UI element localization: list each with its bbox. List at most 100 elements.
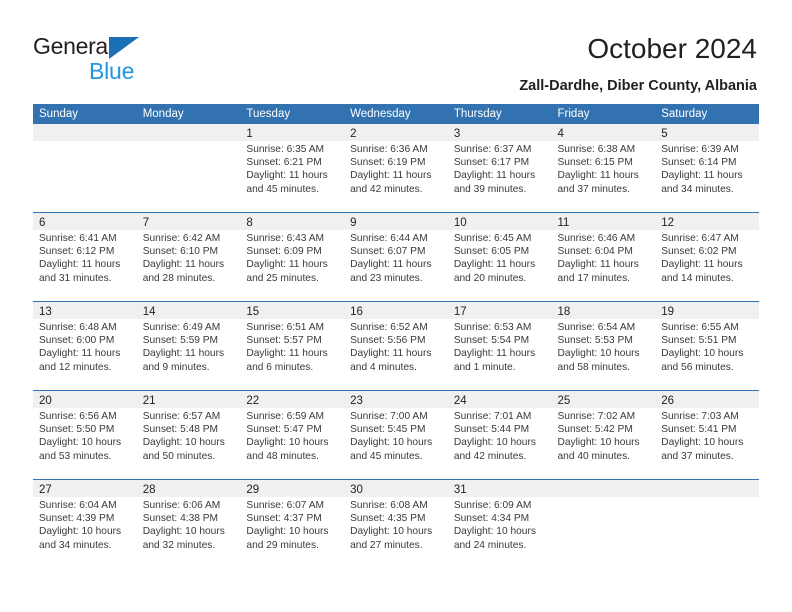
- calendar-week-row: 6 Sunrise: 6:41 AM Sunset: 6:12 PM Daylight…: [33, 212, 759, 301]
- daylight-duration-line1: Daylight: 11 hours: [453, 259, 536, 271]
- day-number: 13: [39, 306, 52, 318]
- daylight-duration-line2: and 23 minutes.: [350, 272, 423, 284]
- day-number: 24: [453, 395, 467, 407]
- calendar-day-cell[interactable]: 5 Sunrise: 6:39 AM Sunset: 6:14 PM Daylight…: [655, 124, 759, 212]
- day-sun-info: Sunrise: 6:43 AM Sunset: 6:09 PM Daylight:…: [240, 230, 344, 285]
- day-sun-info: Sunrise: 6:07 AM Sunset: 4:37 PM Daylight:…: [240, 497, 344, 552]
- calendar-day-cell[interactable]: 28 Sunrise: 6:06 AM Sunset: 4:38 PM Dayligh…: [136, 480, 241, 568]
- day-number: 14: [142, 306, 156, 318]
- weekday-header-saturday: Saturday: [661, 108, 708, 120]
- calendar-day-cell[interactable]: 24 Sunrise: 7:01 AM Sunset: 5:44 PM Dayligh…: [447, 391, 552, 479]
- day-number-band: 25: [551, 391, 656, 408]
- day-number: 30: [350, 484, 363, 496]
- day-number: 22: [246, 395, 260, 407]
- calendar-day-cell[interactable]: 22 Sunrise: 6:59 AM Sunset: 5:47 PM Dayligh…: [240, 391, 345, 479]
- calendar-day-cell[interactable]: 30 Sunrise: 6:08 AM Sunset: 4:35 PM Dayligh…: [344, 480, 448, 568]
- calendar-day-cell[interactable]: 7 Sunrise: 6:42 AM Sunset: 6:10 PM Daylight…: [136, 213, 241, 301]
- day-number: 27: [39, 484, 52, 496]
- sunset-time: Sunset: 6:15 PM: [557, 157, 633, 169]
- calendar-day-cell[interactable]: 9 Sunrise: 6:44 AM Sunset: 6:07 PM Daylight…: [344, 213, 448, 301]
- calendar-day-cell[interactable]: 19 Sunrise: 6:55 AM Sunset: 5:51 PM Dayligh…: [655, 302, 759, 390]
- day-number: 25: [557, 395, 571, 407]
- calendar-day-cell[interactable]: 10 Sunrise: 6:45 AM Sunset: 6:05 PM Dayligh…: [447, 213, 552, 301]
- calendar-day-cell[interactable]: 29 Sunrise: 6:07 AM Sunset: 4:37 PM Dayligh…: [240, 480, 345, 568]
- daylight-duration-line2: and 37 minutes.: [661, 450, 734, 462]
- daylight-duration-line1: Daylight: 10 hours: [453, 437, 536, 449]
- day-number: 4: [557, 128, 564, 140]
- sunset-time: Sunset: 6:10 PM: [142, 246, 219, 258]
- daylight-duration-line2: and 31 minutes.: [39, 272, 112, 284]
- day-number: 10: [453, 217, 467, 229]
- day-number-band: 2: [344, 124, 448, 141]
- sunrise-time: Sunrise: 6:46 AM: [557, 233, 636, 244]
- daylight-duration-line2: and 39 minutes.: [453, 183, 527, 195]
- day-sun-info: Sunrise: 6:04 AM Sunset: 4:39 PM Daylight:…: [33, 497, 137, 552]
- sunrise-time: Sunrise: 6:54 AM: [557, 322, 636, 333]
- sunrise-time: Sunrise: 6:57 AM: [142, 411, 221, 422]
- day-number: 26: [661, 395, 675, 407]
- calendar-day-cell[interactable]: 4 Sunrise: 6:38 AM Sunset: 6:15 PM Daylight…: [551, 124, 656, 212]
- calendar-day-cell[interactable]: 15 Sunrise: 6:51 AM Sunset: 5:57 PM Dayligh…: [240, 302, 345, 390]
- calendar-day-cell[interactable]: 27 Sunrise: 6:04 AM Sunset: 4:39 PM Dayligh…: [33, 480, 137, 568]
- daylight-duration-line2: and 37 minutes.: [557, 183, 631, 195]
- calendar-day-cell[interactable]: 6 Sunrise: 6:41 AM Sunset: 6:12 PM Daylight…: [33, 213, 137, 301]
- day-number-band: 21: [136, 391, 241, 408]
- calendar-day-cell[interactable]: 17 Sunrise: 6:53 AM Sunset: 5:54 PM Dayligh…: [447, 302, 552, 390]
- sunset-time: Sunset: 6:05 PM: [453, 246, 530, 258]
- weekday-header-row: Sunday Monday Tuesday Wednesday Thursday…: [33, 104, 759, 124]
- calendar-day-cell[interactable]: 31 Sunrise: 6:09 AM Sunset: 4:34 PM Dayligh…: [447, 480, 552, 568]
- sunrise-time: Sunrise: 6:56 AM: [39, 411, 117, 422]
- day-number: 8: [246, 217, 253, 229]
- day-number: 11: [557, 217, 570, 229]
- daylight-duration-line2: and 58 minutes.: [557, 361, 631, 373]
- day-sun-info: Sunrise: 6:09 AM Sunset: 4:34 PM Daylight:…: [448, 497, 552, 552]
- logo-text-blue: Blue: [89, 58, 135, 84]
- daylight-duration-line1: Daylight: 10 hours: [350, 526, 433, 538]
- calendar-day-cell[interactable]: 26 Sunrise: 7:03 AM Sunset: 5:41 PM Dayligh…: [655, 391, 759, 479]
- sunrise-time: Sunrise: 6:53 AM: [453, 322, 532, 333]
- sunrise-time: Sunrise: 6:36 AM: [350, 144, 428, 155]
- daylight-duration-line2: and 34 minutes.: [661, 183, 734, 195]
- day-sun-info: Sunrise: 6:42 AM Sunset: 6:10 PM Daylight:…: [137, 230, 241, 285]
- sunrise-time: Sunrise: 6:44 AM: [350, 233, 428, 244]
- calendar-day-cell[interactable]: 21 Sunrise: 6:57 AM Sunset: 5:48 PM Dayligh…: [136, 391, 241, 479]
- sunset-time: Sunset: 5:53 PM: [557, 335, 633, 347]
- day-sun-info: Sunrise: 6:59 AM Sunset: 5:47 PM Daylight:…: [240, 408, 344, 463]
- calendar-day-cell-empty: [655, 480, 759, 568]
- weekday-header-tuesday: Tuesday: [246, 108, 291, 120]
- daylight-duration-line2: and 12 minutes.: [39, 361, 112, 373]
- sunset-time: Sunset: 6:00 PM: [39, 335, 115, 347]
- sunset-time: Sunset: 5:54 PM: [453, 335, 530, 347]
- day-number-band: 17: [447, 302, 552, 319]
- day-number-band: [136, 124, 241, 141]
- day-number-band: 16: [344, 302, 448, 319]
- daylight-duration-line2: and 4 minutes.: [350, 361, 417, 373]
- daylight-duration-line1: Daylight: 11 hours: [142, 259, 225, 271]
- general-blue-logo[interactable]: General Blue: [33, 33, 213, 85]
- daylight-duration-line1: Daylight: 10 hours: [661, 348, 744, 360]
- calendar-day-cell[interactable]: 3 Sunrise: 6:37 AM Sunset: 6:17 PM Daylight…: [447, 124, 552, 212]
- calendar-day-cell[interactable]: 13 Sunrise: 6:48 AM Sunset: 6:00 PM Dayligh…: [33, 302, 137, 390]
- calendar-day-cell[interactable]: 8 Sunrise: 6:43 AM Sunset: 6:09 PM Daylight…: [240, 213, 345, 301]
- day-number: 19: [661, 306, 675, 318]
- calendar-day-cell[interactable]: 23 Sunrise: 7:00 AM Sunset: 5:45 PM Dayligh…: [344, 391, 448, 479]
- day-sun-info: Sunrise: 6:53 AM Sunset: 5:54 PM Daylight:…: [448, 319, 552, 374]
- calendar-day-cell[interactable]: 12 Sunrise: 6:47 AM Sunset: 6:02 PM Dayligh…: [655, 213, 759, 301]
- calendar-day-cell[interactable]: 11 Sunrise: 6:46 AM Sunset: 6:04 PM Dayligh…: [551, 213, 656, 301]
- calendar-day-cell[interactable]: 1 Sunrise: 6:35 AM Sunset: 6:21 PM Daylight…: [240, 124, 345, 212]
- day-number-band: [33, 124, 137, 141]
- day-number: 1: [246, 128, 253, 140]
- calendar-day-cell[interactable]: 14 Sunrise: 6:49 AM Sunset: 5:59 PM Dayligh…: [136, 302, 241, 390]
- day-sun-info: Sunrise: 6:35 AM Sunset: 6:21 PM Daylight:…: [240, 141, 344, 196]
- day-number-band: 20: [33, 391, 137, 408]
- calendar-day-cell-empty: [33, 124, 137, 212]
- calendar-day-cell[interactable]: 16 Sunrise: 6:52 AM Sunset: 5:56 PM Dayligh…: [344, 302, 448, 390]
- daylight-duration-line2: and 56 minutes.: [661, 361, 734, 373]
- daylight-duration-line1: Daylight: 11 hours: [350, 259, 432, 271]
- sunrise-time: Sunrise: 7:00 AM: [350, 411, 428, 422]
- calendar-day-cell[interactable]: 25 Sunrise: 7:02 AM Sunset: 5:42 PM Dayligh…: [551, 391, 656, 479]
- calendar-day-cell[interactable]: 18 Sunrise: 6:54 AM Sunset: 5:53 PM Dayligh…: [551, 302, 656, 390]
- daylight-duration-line2: and 40 minutes.: [557, 450, 631, 462]
- calendar-day-cell[interactable]: 2 Sunrise: 6:36 AM Sunset: 6:19 PM Daylight…: [344, 124, 448, 212]
- calendar-day-cell[interactable]: 20 Sunrise: 6:56 AM Sunset: 5:50 PM Dayligh…: [33, 391, 137, 479]
